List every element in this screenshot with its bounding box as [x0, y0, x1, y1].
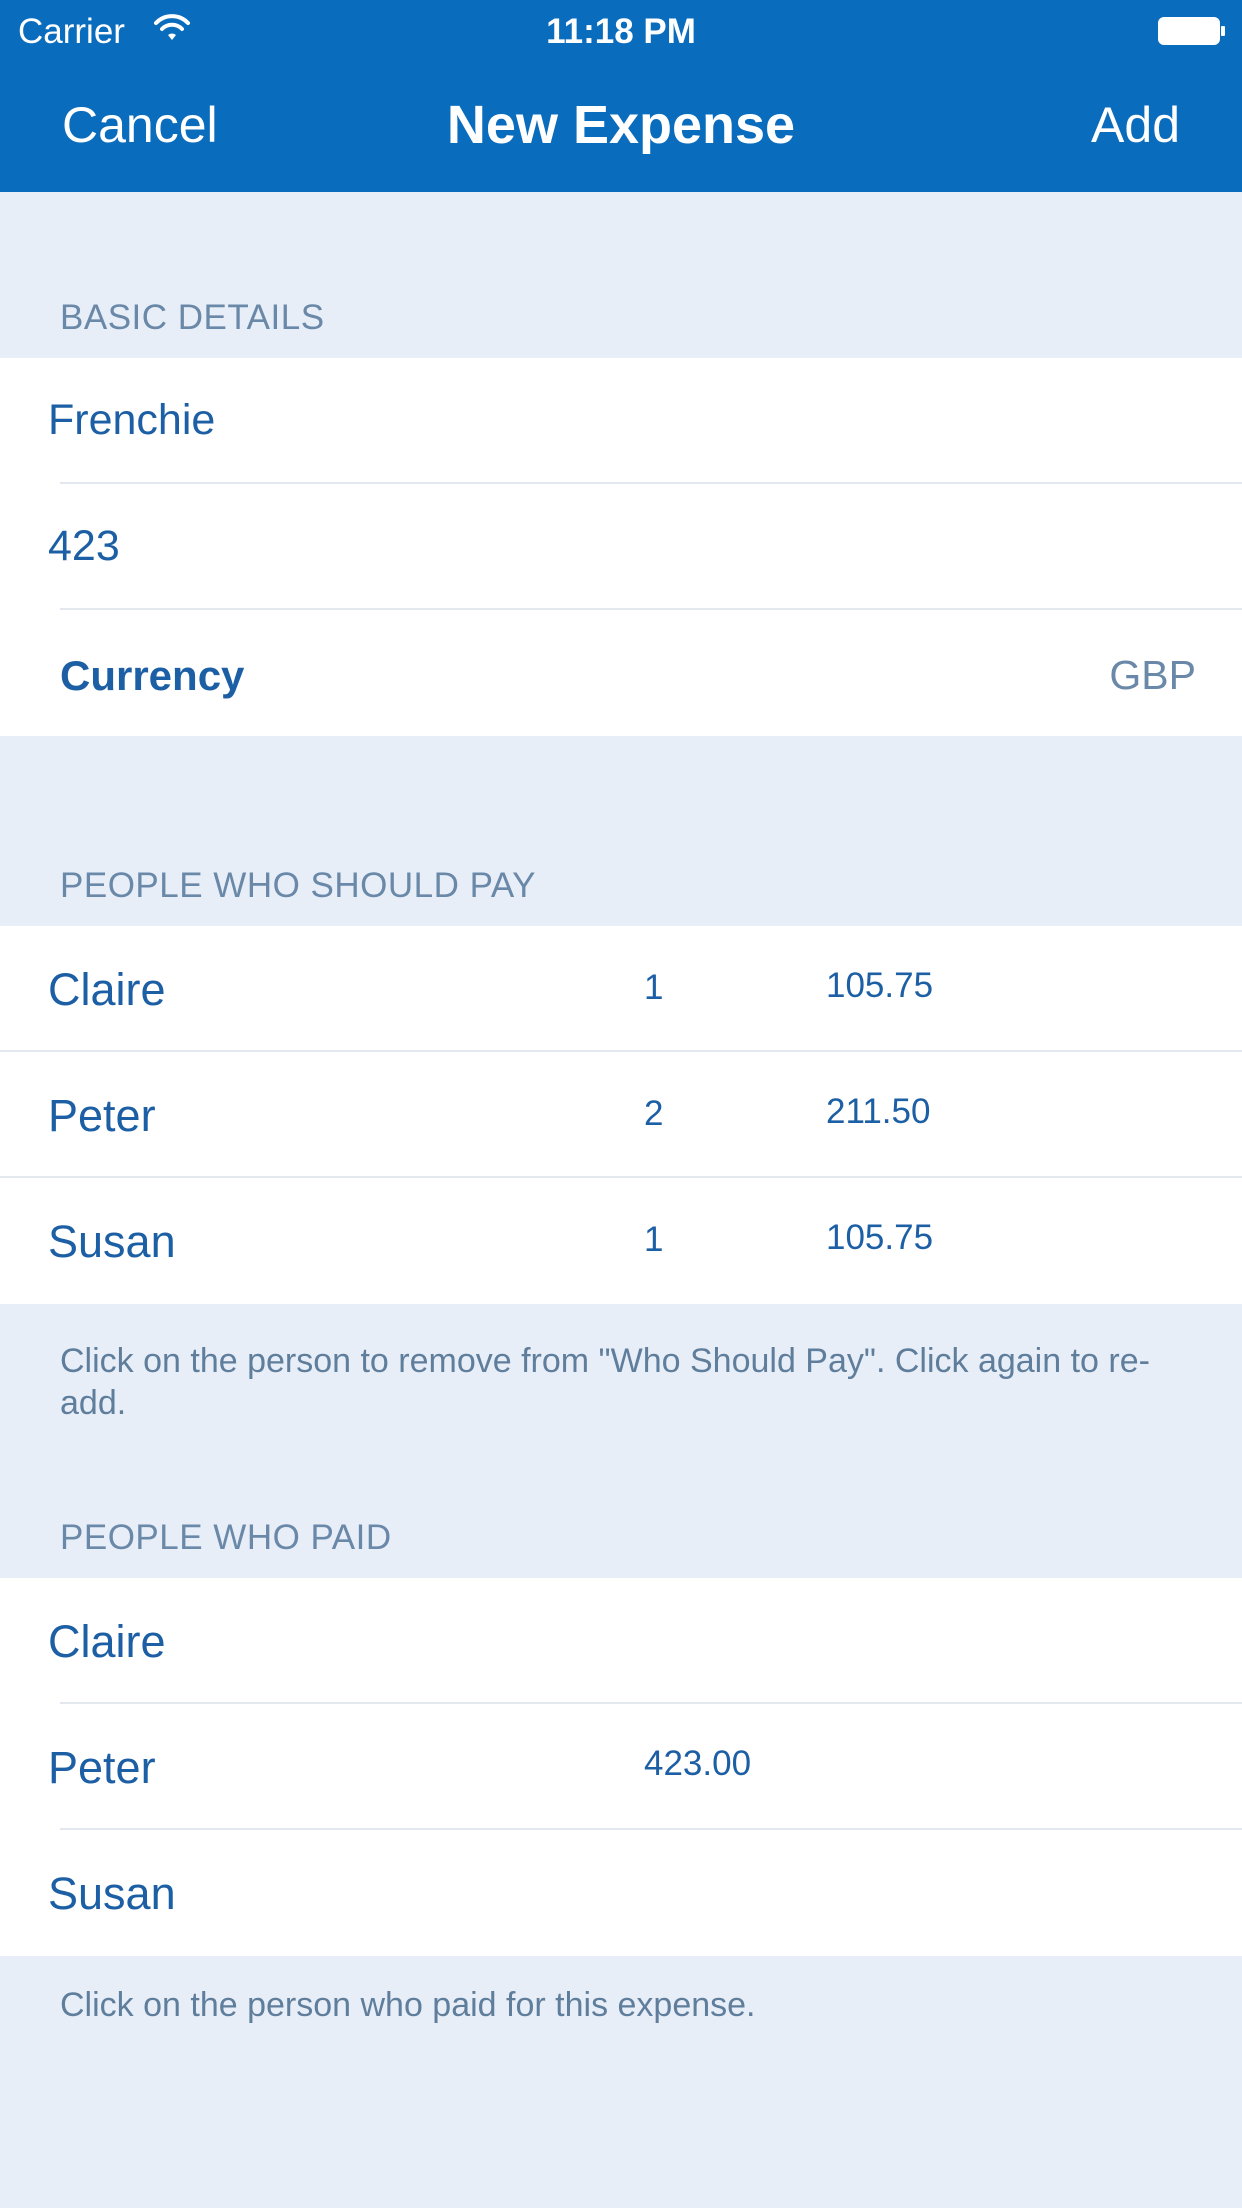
section-header-basic-details: BASIC DETAILS — [60, 298, 325, 337]
status-bar: Carrier 11:18 PM — [0, 0, 1242, 60]
expense-name-value: Frenchie — [48, 396, 216, 444]
share-amount: 105.75 — [826, 1218, 934, 1257]
basic-details-group: Frenchie 423 Currency GBP — [0, 358, 1242, 736]
should-pay-row[interactable]: Peter 2 211.50 — [0, 1052, 1242, 1178]
person-name: Peter — [48, 1090, 156, 1141]
expense-name-field[interactable]: Frenchie — [0, 358, 1242, 484]
battery-icon — [1158, 17, 1225, 45]
person-name: Claire — [48, 964, 166, 1015]
page-title: New Expense — [446, 95, 796, 155]
nav-bar: Cancel New Expense Add — [0, 60, 1242, 192]
currency-row[interactable]: Currency GBP — [0, 610, 1242, 736]
currency-value: GBP — [1109, 652, 1196, 698]
currency-label: Currency — [60, 652, 245, 699]
share-count: 1 — [644, 1220, 664, 1259]
section-header-should-pay: PEOPLE WHO SHOULD PAY — [60, 866, 536, 905]
person-name: Peter — [48, 1742, 156, 1793]
who-paid-footer: Click on the person who paid for this ex… — [60, 1986, 756, 2024]
who-paid-row[interactable]: Peter 423.00 — [0, 1704, 1242, 1830]
should-pay-footer: Click on the person to remove from "Who … — [60, 1342, 1150, 1422]
add-button[interactable]: Add — [1091, 96, 1180, 154]
should-pay-group: Claire 1 105.75 Peter 2 211.50 Susan 1 1… — [0, 926, 1242, 1304]
share-count: 2 — [644, 1094, 664, 1133]
should-pay-row[interactable]: Claire 1 105.75 — [0, 926, 1242, 1052]
share-count: 1 — [644, 968, 664, 1007]
expense-amount-value: 423 — [48, 522, 120, 570]
share-amount: 211.50 — [826, 1092, 931, 1131]
person-name: Susan — [48, 1868, 176, 1919]
expense-amount-field[interactable]: 423 — [0, 484, 1242, 610]
section-header-who-paid: PEOPLE WHO PAID — [60, 1518, 392, 1557]
who-paid-row[interactable]: Susan — [0, 1830, 1242, 1956]
paid-amount: 423.00 — [644, 1744, 752, 1783]
status-time: 11:18 PM — [546, 12, 696, 51]
who-paid-group: Claire Peter 423.00 Susan — [0, 1578, 1242, 1956]
share-amount: 105.75 — [826, 966, 934, 1005]
who-paid-row[interactable]: Claire — [0, 1578, 1242, 1704]
person-name: Claire — [48, 1616, 166, 1667]
person-name: Susan — [48, 1216, 176, 1267]
should-pay-row[interactable]: Susan 1 105.75 — [0, 1178, 1242, 1304]
